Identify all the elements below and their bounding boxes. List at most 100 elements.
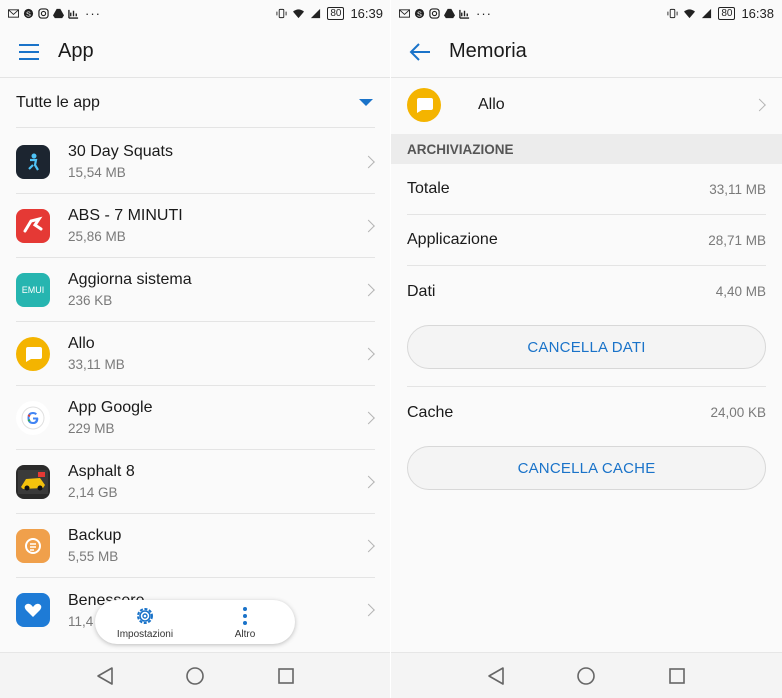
- clock: 16:39: [350, 5, 383, 21]
- chevron-right-icon: [362, 283, 375, 296]
- chevron-right-icon: [362, 411, 375, 424]
- back-nav-button[interactable]: [93, 664, 117, 688]
- app-size: 229 MB: [68, 421, 115, 436]
- app-text: Backup 5,55 MB: [68, 527, 121, 564]
- navigation-bar: [391, 652, 782, 698]
- more-button[interactable]: Altro: [195, 600, 295, 644]
- home-nav-button[interactable]: [574, 664, 598, 688]
- list-item[interactable]: EMUI Aggiorna sistema 236 KB: [16, 258, 375, 322]
- instagram-notification-icon: [38, 7, 49, 19]
- app-size: 5,55 MB: [68, 549, 119, 564]
- vibrate-icon: [276, 8, 287, 18]
- app-name: Aggiorna sistema: [68, 271, 192, 288]
- app-name: 30 Day Squats: [68, 143, 173, 160]
- list-item[interactable]: Backup 5,55 MB: [16, 514, 375, 578]
- skype-notification-icon: S: [414, 8, 425, 18]
- row-label: Applicazione: [407, 231, 498, 248]
- row-value: 24,00 KB: [710, 405, 766, 420]
- row-value: 28,71 MB: [708, 232, 766, 248]
- page-title: Memoria: [449, 40, 527, 62]
- app-name: Allo: [478, 96, 505, 113]
- floating-menu: Impostazioni Altro: [95, 600, 295, 644]
- more-notifications-icon: ···: [85, 5, 101, 21]
- abs-app-icon: [16, 208, 50, 243]
- clear-data-button[interactable]: CANCELLA DATI: [407, 325, 766, 369]
- row-value: 33,11 MB: [709, 181, 766, 197]
- drive-notification-icon: [444, 8, 455, 18]
- list-item[interactable]: App Google 229 MB: [16, 386, 375, 450]
- more-notifications-icon: ···: [476, 5, 492, 21]
- more-label: Altro: [234, 628, 256, 640]
- home-nav-button[interactable]: [183, 664, 207, 688]
- app-size: 236 KB: [68, 293, 113, 308]
- navigation-bar: [0, 652, 391, 698]
- wifi-icon: [684, 8, 696, 18]
- svg-text:S: S: [417, 9, 422, 18]
- filter-label: Tutte le app: [16, 93, 100, 111]
- wellness-app-icon: [16, 593, 50, 627]
- squats-app-icon: [16, 144, 50, 179]
- chevron-right-icon: [362, 219, 375, 232]
- list-item[interactable]: Allo 33,11 MB: [16, 322, 375, 386]
- chevron-right-icon: [362, 155, 375, 168]
- drive-notification-icon: [53, 8, 64, 18]
- clear-cache-button[interactable]: CANCELLA CACHE: [407, 446, 766, 490]
- signal-icon: [311, 8, 321, 18]
- google-app-icon: [16, 400, 50, 435]
- chevron-right-icon: [362, 475, 375, 488]
- list-item[interactable]: 30 Day Squats 15,54 MB: [16, 130, 375, 194]
- row-label: Dati: [407, 282, 436, 300]
- vibrate-icon: [667, 8, 678, 18]
- wifi-icon: [293, 8, 305, 18]
- section-header: ARCHIVIAZIONE: [391, 134, 782, 164]
- app-info-row[interactable]: Allo: [407, 78, 766, 132]
- battery-level: 80: [718, 6, 736, 20]
- settings-button[interactable]: Impostazioni: [95, 600, 195, 644]
- app-name: Allo: [68, 335, 95, 352]
- app-size: 25,86 MB: [68, 229, 126, 244]
- app-filter-dropdown[interactable]: Tutte le app: [16, 78, 375, 128]
- chevron-right-icon: [362, 603, 375, 617]
- page-title: App: [58, 40, 94, 62]
- status-bar: S ··· 80 16:39: [0, 0, 391, 26]
- chevron-right-icon: [753, 98, 766, 112]
- app-text: App Google 229 MB: [68, 399, 153, 436]
- more-vertical-icon: [243, 606, 247, 625]
- app-bar: Memoria: [391, 26, 782, 78]
- back-arrow-icon: [409, 42, 430, 61]
- dropdown-caret-icon: [359, 99, 373, 106]
- recents-nav-button[interactable]: [274, 664, 298, 688]
- app-list: 30 Day Squats 15,54 MB ABS - 7 MINUTI 25,86…: [16, 130, 375, 642]
- storage-list: Totale 33,11 MB Applicazione 28,71 MB Da…: [407, 164, 766, 317]
- back-button[interactable]: [391, 42, 449, 62]
- battery-level: 80: [327, 6, 345, 20]
- allo-app-icon: [407, 88, 441, 122]
- app-name: App Google: [68, 399, 153, 416]
- mail-notification-icon: [399, 8, 410, 18]
- backup-app-icon: [16, 528, 50, 563]
- list-item[interactable]: Asphalt 8 2,14 GB: [16, 450, 375, 514]
- home-circle-icon: [577, 666, 596, 685]
- recents-nav-button[interactable]: [665, 664, 689, 688]
- app-size: 15,54 MB: [68, 165, 126, 180]
- svg-text:S: S: [26, 9, 31, 18]
- home-circle-icon: [186, 666, 205, 685]
- stats-notification-icon: [68, 9, 79, 19]
- app-text: Aggiorna sistema 236 KB: [68, 271, 192, 308]
- emui-app-icon: EMUI: [16, 272, 50, 307]
- menu-button[interactable]: [0, 43, 58, 61]
- app-text: Allo 33,11 MB: [68, 335, 125, 372]
- row-value: 4,40 MB: [715, 284, 766, 299]
- storage-row-total: Totale 33,11 MB: [407, 164, 766, 215]
- back-triangle-icon: [97, 666, 113, 685]
- storage-row-cache: Cache 24,00 KB: [407, 387, 766, 438]
- chevron-right-icon: [362, 539, 375, 552]
- back-triangle-icon: [488, 666, 504, 685]
- asphalt-app-icon: [16, 464, 50, 499]
- app-list-screen: S ··· 80 16:39 App Tutte le app 30 Day S…: [0, 0, 391, 698]
- storage-screen: S ··· 80 16:38 Memoria Allo ARCHIVIAZION…: [391, 0, 782, 698]
- back-nav-button[interactable]: [484, 664, 508, 688]
- app-bar: App: [0, 26, 391, 78]
- allo-app-icon: [16, 336, 50, 371]
- list-item[interactable]: ABS - 7 MINUTI 25,86 MB: [16, 194, 375, 258]
